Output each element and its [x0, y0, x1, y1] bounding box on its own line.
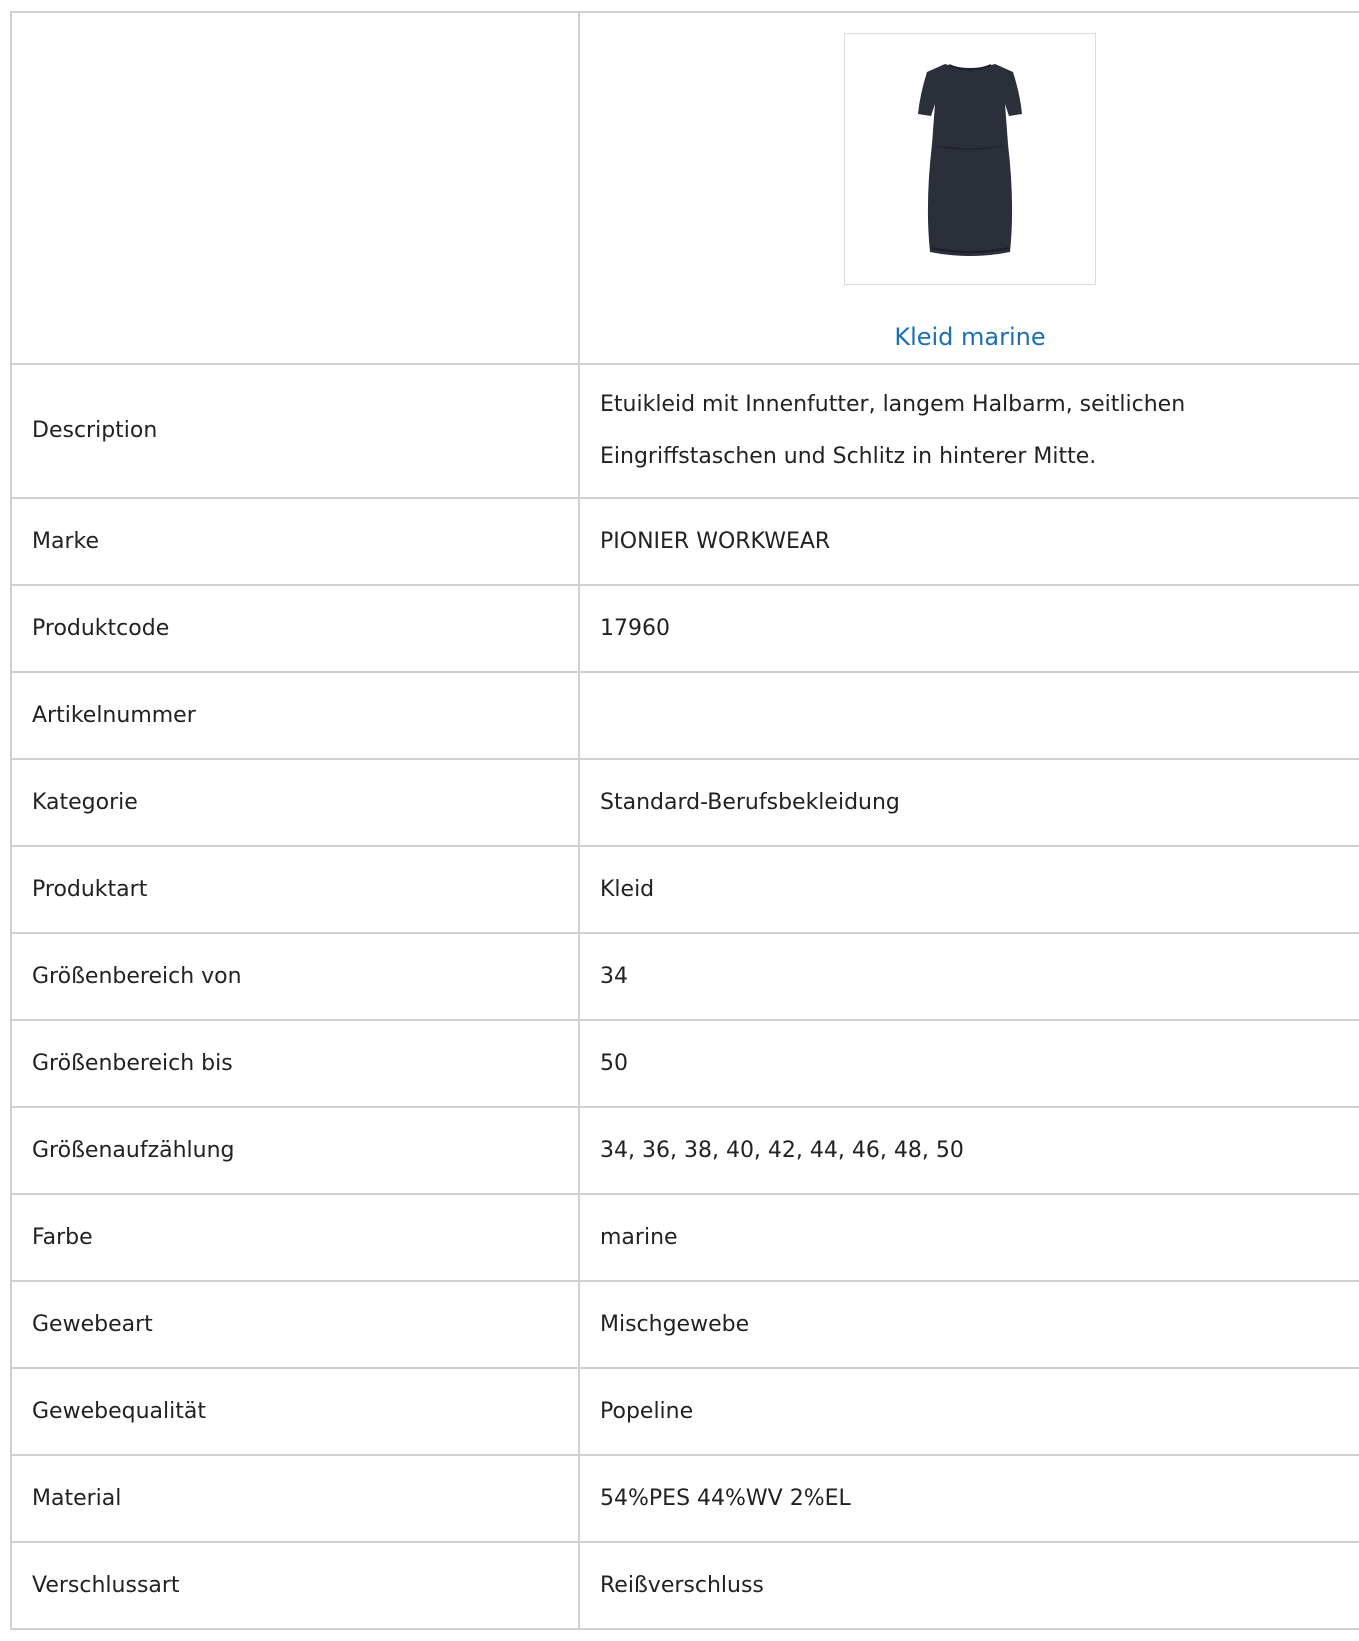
spec-value: 54%PES 44%WV 2%EL [578, 1454, 1359, 1543]
table-row: Marke PIONIER WORKWEAR [10, 497, 1359, 586]
product-name-link[interactable]: Kleid marine [580, 313, 1359, 361]
spec-label: Kategorie [10, 758, 580, 847]
spec-value: 34, 36, 38, 40, 42, 44, 46, 48, 50 [578, 1106, 1359, 1195]
spec-value: 17960 [578, 584, 1359, 673]
spec-label: Artikelnummer [10, 671, 580, 760]
spec-label: Farbe [10, 1193, 580, 1282]
table-row: Farbe marine [10, 1193, 1359, 1282]
spec-label: Produktcode [10, 584, 580, 673]
table-row: Größenbereich von 34 [10, 932, 1359, 1021]
table-row: Kategorie Standard-Berufsbekleidung [10, 758, 1359, 847]
table-row: Produktart Kleid [10, 845, 1359, 934]
spec-value: 50 [578, 1019, 1359, 1108]
table-row: Artikelnummer [10, 671, 1359, 760]
table-row: Description Etuikleid mit Innenfutter, l… [10, 363, 1359, 499]
spec-label: Größenbereich von [10, 932, 580, 1021]
table-row: Gewebeart Mischgewebe [10, 1280, 1359, 1369]
product-header-row: Kleid marine [10, 11, 1359, 365]
table-row: Gewebequalität Popeline [10, 1367, 1359, 1456]
product-cell: Kleid marine [578, 11, 1359, 365]
spec-value: Etuikleid mit Innenfutter, langem Halbar… [578, 363, 1359, 499]
spec-label: Größenaufzählung [10, 1106, 580, 1195]
product-spec-table: Kleid marine Description Etuikleid mit I… [10, 11, 1359, 1630]
spec-label: Gewebeart [10, 1280, 580, 1369]
spec-label: Gewebequalität [10, 1367, 580, 1456]
spec-value: Kleid [578, 845, 1359, 934]
spec-value: Reißverschluss [578, 1541, 1359, 1630]
spec-label: Verschlussart [10, 1541, 580, 1630]
table-row: Größenaufzählung 34, 36, 38, 40, 42, 44,… [10, 1106, 1359, 1195]
spec-value: Standard-Berufsbekleidung [578, 758, 1359, 847]
table-row: Verschlussart Reißverschluss [10, 1541, 1359, 1630]
spec-value: Mischgewebe [578, 1280, 1359, 1369]
table-row: Größenbereich bis 50 [10, 1019, 1359, 1108]
table-row: Produktcode 17960 [10, 584, 1359, 673]
spec-label: Description [10, 363, 580, 499]
description-text: Etuikleid mit Innenfutter, langem Halbar… [600, 392, 1186, 469]
spec-value: 34 [578, 932, 1359, 1021]
spec-value [578, 671, 1359, 760]
spec-label: Produktart [10, 845, 580, 934]
table-row: Material 54%PES 44%WV 2%EL [10, 1454, 1359, 1543]
spec-label: Material [10, 1454, 580, 1543]
spec-value: Popeline [578, 1367, 1359, 1456]
spec-value: marine [578, 1193, 1359, 1282]
spec-label: Größenbereich bis [10, 1019, 580, 1108]
empty-header-cell [10, 11, 580, 365]
product-spec-page: Kleid marine Description Etuikleid mit I… [0, 0, 1359, 1641]
spec-value: PIONIER WORKWEAR [578, 497, 1359, 586]
product-thumbnail[interactable] [844, 33, 1096, 285]
dress-image-icon [918, 64, 1022, 256]
spec-label: Marke [10, 497, 580, 586]
